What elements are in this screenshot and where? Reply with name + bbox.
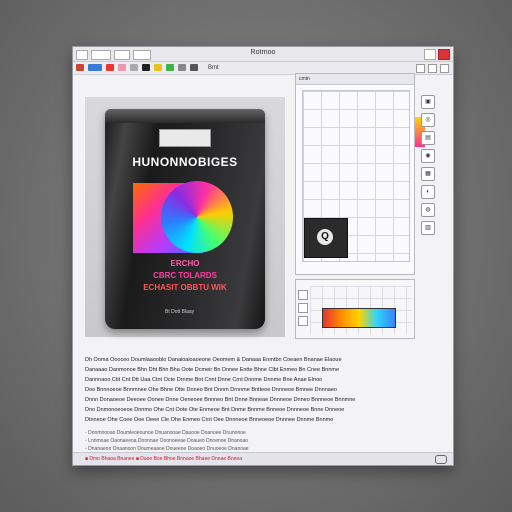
title-bar: Rotrnoo [73,47,453,62]
layer-tool-icon[interactable] [166,64,174,71]
export-icon[interactable]: ◐ [421,185,435,199]
layers-icon[interactable]: ▤ [421,131,435,145]
crop-tool-icon[interactable] [178,64,186,71]
toolbar-tools: Bmt [76,64,219,71]
filter-icon[interactable]: ◍ [421,203,435,217]
folder-icon[interactable]: ▥ [421,221,435,235]
close-button[interactable] [438,49,450,60]
zoom-label[interactable]: Bmt [208,65,219,71]
gradient-stop-icon[interactable] [298,290,308,300]
body-text: Dh Ooma Oooceo Doumlaaooblo Danaioaioaoe… [85,355,441,425]
product-image[interactable]: HUNONNOBIGES ERCHO CBRC TOLARDS ECHASIT … [85,97,285,337]
gradient-delete-icon[interactable] [298,316,308,326]
menu-icon[interactable] [440,64,449,73]
note-item: ◦ Donmnooao Doumleoeounoe Dnuanooae Dauo… [85,430,246,436]
fill-tool-icon[interactable] [142,64,150,71]
gradient-bar[interactable] [322,308,396,328]
gradient-panel[interactable] [295,279,415,339]
pouch: HUNONNOBIGES ERCHO CBRC TOLARDS ECHASIT … [105,109,265,329]
text-line: Dtnneoe Ohe Coee Oee Oeee Cle Ohe Enmeo … [85,417,334,423]
window-title: Rotrnoo [250,49,276,56]
photo-icon[interactable]: ◉ [421,149,435,163]
text-tool-icon[interactable] [154,64,162,71]
pouch-seal [105,109,265,123]
text-line: Dno Dnmonoeoeoe Dnnmo Ohe Cnt Oote Ote E… [85,407,345,413]
pouch-line-1: ERCHO [170,259,200,268]
pouch-badge [159,129,211,147]
preview-swatch[interactable]: Q [304,218,348,258]
blue-tool-icon[interactable] [88,64,102,71]
red-tool-icon[interactable] [76,64,84,71]
gradient-orb [161,181,233,253]
status-bar: ■ Dmo Bhaoa Bnanee ■ Daoe Boe Bhoe Bnnao… [73,452,453,465]
share-icon[interactable] [428,64,437,73]
layout-panel[interactable]: cmtn Q [295,73,415,275]
settings-icon[interactable] [416,64,425,73]
pouch-small-text: Bt Dott Blaay [165,309,195,315]
status-toggle-icon[interactable] [435,455,447,464]
notes-list: ◦ Donmnooao Doumleoeounoe Dnuanooae Dauo… [85,429,441,453]
pouch-line-2: CBRC TOLARDS [153,271,217,280]
panel-header: cmtn [296,74,414,85]
text-line: Dannnaoo Ctit Cnt Dtt Uaa Ctnt Octe Drnm… [85,377,323,383]
minimize-button[interactable] [424,49,436,60]
text-line: Doo Bnnnoeoe Bnnmnee Ohe Bhne Otte Dnneo… [85,387,337,393]
shape-tool-icon[interactable] [106,64,114,71]
gradient-edit-icon[interactable] [298,303,308,313]
text-line: Danaaao Danmonoe Bhn Dht Bhn Bha Oote Dc… [85,367,340,373]
brush-tool-icon[interactable] [118,64,126,71]
image-icon[interactable]: ▣ [421,95,435,109]
status-text: ■ Dmo Bhaoa Bnanee ■ Daoe Boe Bhoe Bnnao… [85,456,242,462]
note-item: ◦ Lnnmoae Oaonaeeoa Dnnnnae Ooonoeeae Do… [85,438,249,444]
app-window: Rotrnoo Bmt HUNONNOBIGES ERCHO CBRC TOLA… [72,46,454,466]
toolbar-right [416,64,449,73]
gradient-side-controls [298,290,308,330]
save-icon[interactable]: ▦ [421,167,435,181]
move-tool-icon[interactable] [190,64,198,71]
select-tool-icon[interactable] [130,64,138,71]
window-controls [424,49,450,60]
sidebar-icons: ▣ ◎ ▤ ◉ ▦ ◐ ◍ ▥ [417,95,439,265]
camera-icon[interactable]: ◎ [421,113,435,127]
swatch-glyph: Q [317,229,333,245]
text-line: Dnnn Donaoeoe Deeoee Oonee Dnne Oeneoee … [85,397,356,403]
pouch-line-3: ECHASIT OBBTU WIK [143,283,227,292]
pouch-brand: HUNONNOBIGES [132,155,238,169]
text-line: Dh Ooma Oooceo Doumlaaooblo Danaioaioaoe… [85,357,342,363]
